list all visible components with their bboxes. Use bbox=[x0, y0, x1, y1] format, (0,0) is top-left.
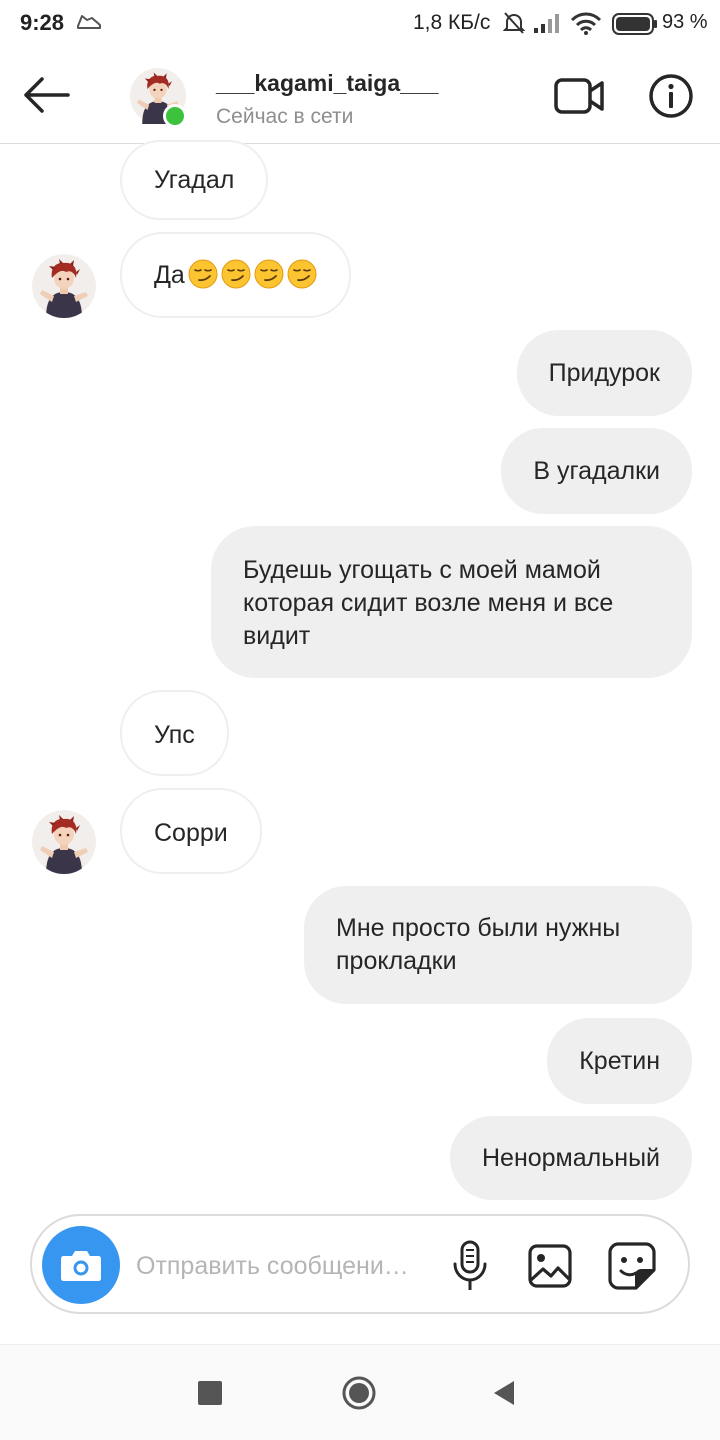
message-text: В угадалки bbox=[533, 457, 660, 485]
smirking-face-emoji bbox=[188, 259, 218, 289]
message-text-line: которая сидит возле меня и все bbox=[243, 589, 614, 617]
status-bar: 9:28 1,8 КБ/с 93 % bbox=[0, 0, 720, 48]
message-text-line: прокладки bbox=[336, 947, 457, 975]
wifi-icon bbox=[570, 12, 602, 35]
online-status-dot bbox=[163, 104, 187, 128]
smirking-face-emoji bbox=[221, 259, 251, 289]
message-text: Ненормальный bbox=[481, 1144, 660, 1172]
message-text: Да bbox=[154, 261, 185, 289]
home-circle-icon[interactable] bbox=[341, 1375, 377, 1411]
camera-button[interactable] bbox=[42, 1226, 120, 1304]
message-bubble-outgoing[interactable]: Придурок bbox=[516, 330, 692, 416]
message-text: Придурок bbox=[548, 359, 660, 387]
message-text: Кретин bbox=[579, 1047, 660, 1075]
microphone-icon[interactable] bbox=[448, 1238, 492, 1294]
message-bubble-outgoing[interactable]: В угадалки bbox=[501, 428, 692, 514]
gallery-icon[interactable] bbox=[526, 1242, 574, 1290]
message-text: Упс bbox=[154, 721, 195, 749]
message-composer bbox=[30, 1214, 690, 1314]
smirking-face-emoji bbox=[254, 259, 284, 289]
status-time: 9:28 bbox=[20, 10, 65, 35]
chat-username[interactable]: ___kagami_taiga___ bbox=[216, 70, 439, 97]
message-text: Сорри bbox=[154, 819, 228, 847]
message-bubble-outgoing[interactable]: Кретин bbox=[547, 1018, 692, 1104]
message-bubble-incoming[interactable]: Упс bbox=[120, 690, 229, 776]
message-text-line: видит bbox=[243, 622, 311, 650]
smirking-face-emoji bbox=[287, 259, 317, 289]
message-bubble-incoming[interactable]: Сорри bbox=[120, 788, 262, 874]
cell-signal-icon bbox=[534, 14, 559, 33]
recents-square-icon[interactable] bbox=[198, 1381, 222, 1405]
info-icon[interactable] bbox=[647, 72, 695, 120]
sender-avatar[interactable] bbox=[32, 810, 96, 874]
sender-avatar[interactable] bbox=[32, 254, 96, 318]
chat-header: ___kagami_taiga___ Сейчас в сети bbox=[0, 48, 720, 144]
presence-status: Сейчас в сети bbox=[216, 105, 354, 128]
message-bubble-outgoing[interactable]: Будешь угощать с моей мамой которая сиди… bbox=[211, 526, 692, 678]
camera-icon bbox=[61, 1251, 101, 1281]
battery-percent: 93 % bbox=[662, 11, 708, 33]
message-text-line: Будешь угощать с моей мамой bbox=[243, 556, 601, 584]
activity-shoe-icon bbox=[77, 15, 101, 29]
message-bubble-incoming[interactable]: Угадал bbox=[120, 140, 269, 220]
back-arrow-icon[interactable] bbox=[18, 70, 78, 120]
video-call-icon[interactable] bbox=[552, 74, 606, 118]
message-bubble-incoming[interactable]: Да bbox=[120, 232, 351, 318]
message-text-line: Мне просто были нужны bbox=[336, 914, 621, 942]
sticker-icon[interactable] bbox=[606, 1240, 658, 1292]
message-input[interactable] bbox=[136, 1246, 436, 1286]
muted-bell-icon bbox=[503, 12, 525, 34]
system-navigation-bar bbox=[0, 1344, 720, 1440]
network-speed: 1,8 КБ/с bbox=[413, 11, 491, 34]
back-triangle-icon[interactable] bbox=[492, 1379, 518, 1407]
message-text: Угадал bbox=[154, 166, 235, 194]
message-bubble-outgoing[interactable]: Мне просто были нужны прокладки bbox=[304, 886, 692, 1004]
message-bubble-outgoing[interactable]: Ненормальный bbox=[449, 1116, 692, 1200]
battery-icon bbox=[612, 13, 657, 35]
